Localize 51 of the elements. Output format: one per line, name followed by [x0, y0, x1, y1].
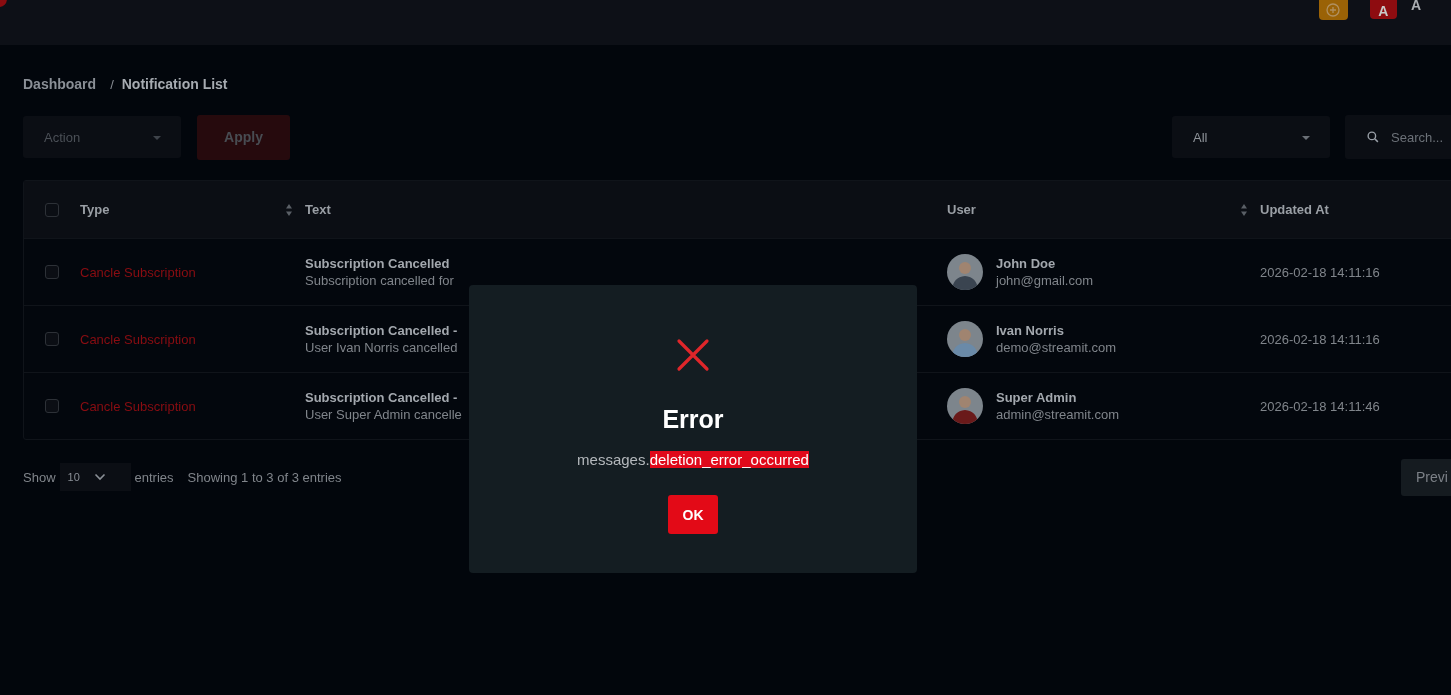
- row-checkbox[interactable]: [45, 332, 59, 346]
- column-header[interactable]: User: [947, 202, 976, 217]
- select-all-checkbox[interactable]: [45, 202, 59, 217]
- notification-text: User Super Admin cancelle: [305, 407, 462, 422]
- entries-label: entries: [134, 469, 174, 485]
- user-email: john@gmail.com: [996, 273, 1093, 288]
- row-checkbox[interactable]: [45, 265, 59, 279]
- sort-icon[interactable]: [1240, 202, 1248, 217]
- add-button[interactable]: [1318, 0, 1348, 20]
- row-checkbox[interactable]: [45, 399, 59, 413]
- notification-title: Subscription Cancelled -: [305, 390, 458, 405]
- error-x-icon: [676, 338, 710, 372]
- notification-type: Cancle Subscription: [80, 264, 196, 280]
- notification-text: Subscription cancelled for: [305, 273, 454, 288]
- ok-button[interactable]: OK: [668, 495, 718, 534]
- page-size-select[interactable]: 10: [59, 463, 131, 491]
- updated-time: 2026-02-18 14:11:16: [1260, 331, 1380, 347]
- chevron-down-icon: [93, 473, 106, 481]
- notification-type: Cancle Subscription: [80, 331, 196, 347]
- user-name: John Doe: [996, 256, 1056, 271]
- user-name: Super Admin: [996, 390, 1077, 405]
- search-field[interactable]: Search...: [1345, 115, 1451, 159]
- user-name[interactable]: A: [1410, 0, 1421, 12]
- notification-title: Subscription Cancelled -: [305, 323, 458, 338]
- previous-button[interactable]: Previ: [1401, 458, 1451, 496]
- column-header[interactable]: Type: [80, 202, 110, 217]
- updated-time: 2026-02-18 14:11:46: [1260, 398, 1380, 414]
- user-avatar[interactable]: A: [1369, 0, 1397, 19]
- dialog-message: messages.deletion_error_occurred: [577, 451, 809, 468]
- show-label: Show: [23, 469, 56, 485]
- user-name: Ivan Norris: [996, 323, 1064, 338]
- plus-circle-icon: [1326, 3, 1341, 17]
- caret-icon: [153, 136, 161, 140]
- notification-type: Cancle Subscription: [80, 398, 196, 414]
- filter-select[interactable]: All: [1172, 116, 1330, 158]
- notification-text: User Ivan Norris cancelled: [305, 340, 458, 355]
- entries-info: Showing 1 to 3 of 3 entries: [187, 469, 342, 485]
- breadcrumb-item[interactable]: Dashboard: [23, 76, 97, 92]
- column-header[interactable]: Text: [305, 202, 331, 217]
- breadcrumb-item: Notification List: [121, 76, 228, 92]
- search-input[interactable]: Search...: [1391, 129, 1451, 145]
- sort-icon[interactable]: [285, 202, 293, 217]
- search-icon: [1367, 129, 1379, 145]
- notification-title: Subscription Cancelled: [305, 256, 450, 271]
- dialog-title: Error: [662, 405, 724, 434]
- column-header[interactable]: Updated At: [1260, 202, 1329, 217]
- updated-time: 2026-02-18 14:11:16: [1260, 264, 1380, 280]
- user-email: demo@streamit.com: [996, 340, 1117, 355]
- caret-icon: [1302, 136, 1310, 140]
- breadcrumb-separator: /: [110, 76, 114, 92]
- user-email: admin@streamit.com: [996, 407, 1119, 422]
